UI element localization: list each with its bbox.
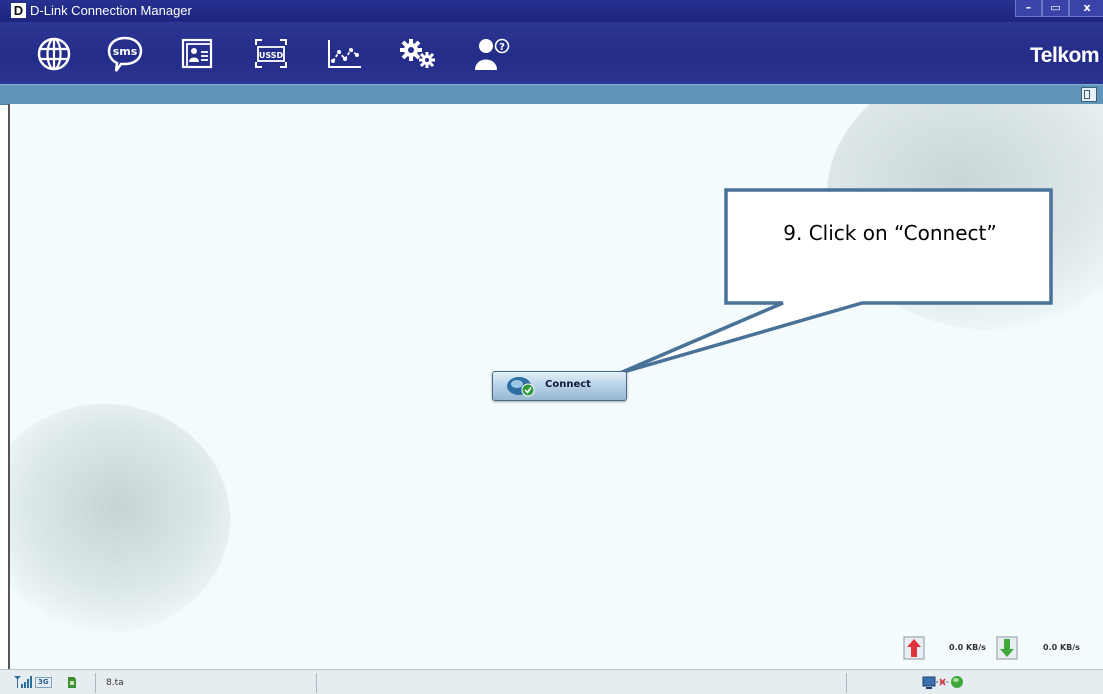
maximize-button[interactable]: ▭ — [1042, 0, 1069, 17]
app-window: D D-Link Connection Manager – ▭ x sms US… — [0, 0, 1103, 694]
internet-button[interactable] — [32, 34, 76, 74]
network-type-badge: 3G — [35, 677, 52, 688]
sms-icon-text: sms — [113, 45, 138, 58]
status-bar: 3G 8.ta — [0, 669, 1103, 694]
sub-bar — [0, 84, 1103, 105]
status-separator — [846, 673, 847, 693]
upload-arrow-icon — [903, 636, 925, 660]
main-toolbar: sms USSD ? Telkom — [0, 22, 1103, 84]
download-speed: 0.0 KB/s — [1043, 643, 1080, 652]
download-arrow-icon — [996, 636, 1018, 660]
contacts-button[interactable] — [175, 34, 219, 74]
dlink-logo: D — [11, 3, 26, 18]
upload-speed: 0.0 KB/s — [949, 643, 986, 652]
gears-icon — [400, 39, 435, 68]
ussd-icon: USSD — [255, 39, 287, 68]
sms-button[interactable]: sms — [103, 34, 147, 74]
status-separator — [95, 673, 96, 693]
status-separator — [316, 673, 317, 693]
line-chart-icon — [328, 40, 361, 68]
help-button[interactable]: ? — [470, 34, 514, 74]
window-title: D-Link Connection Manager — [30, 3, 192, 18]
main-panel: 9. Click on “Connect” Connect 0.0 KB/s 0… — [8, 104, 1103, 669]
contacts-card-icon — [181, 38, 213, 69]
connect-button[interactable]: Connect — [492, 371, 627, 401]
globe-check-icon — [507, 377, 535, 397]
connection-status-icon — [922, 676, 963, 689]
callout-text: 9. Click on “Connect” — [783, 221, 997, 245]
close-button[interactable]: x — [1069, 0, 1103, 17]
brand-name: Telkom — [1030, 44, 1099, 67]
title-bar[interactable]: D D-Link Connection Manager – ▭ x — [0, 0, 1103, 22]
statistics-button[interactable] — [323, 34, 367, 74]
signal-strength-icon — [14, 676, 32, 688]
svg-text:?: ? — [499, 42, 505, 53]
sms-bubble-icon: sms — [107, 36, 143, 72]
globe-icon — [37, 37, 71, 71]
help-user-icon: ? — [475, 38, 510, 70]
ussd-button[interactable]: USSD — [249, 34, 293, 74]
sim-card-icon — [68, 677, 76, 688]
status-text: 8.ta — [106, 678, 124, 688]
minimize-button[interactable]: – — [1015, 0, 1042, 17]
ussd-icon-text: USSD — [259, 51, 284, 60]
layout-toggle-icon[interactable] — [1081, 87, 1097, 102]
connect-label: Connect — [545, 379, 591, 390]
settings-button[interactable] — [396, 34, 440, 74]
